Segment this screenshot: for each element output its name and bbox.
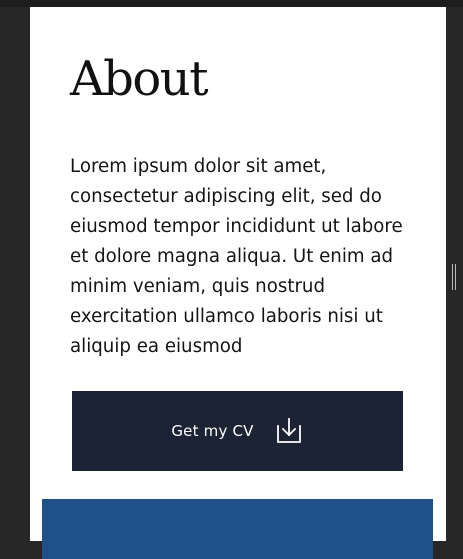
get-cv-button[interactable]: Get my CV — [72, 391, 403, 471]
about-panel: About Lorem ipsum dolor sit amet, consec… — [30, 7, 446, 559]
page-title: About — [70, 51, 209, 107]
download-icon — [274, 416, 304, 446]
next-section-banner — [42, 499, 433, 559]
window-top-bar — [0, 0, 463, 7]
cv-button-label: Get my CV — [171, 422, 254, 440]
resize-handle[interactable] — [452, 264, 458, 290]
about-description: Lorem ipsum dolor sit amet, consectetur … — [70, 156, 403, 357]
